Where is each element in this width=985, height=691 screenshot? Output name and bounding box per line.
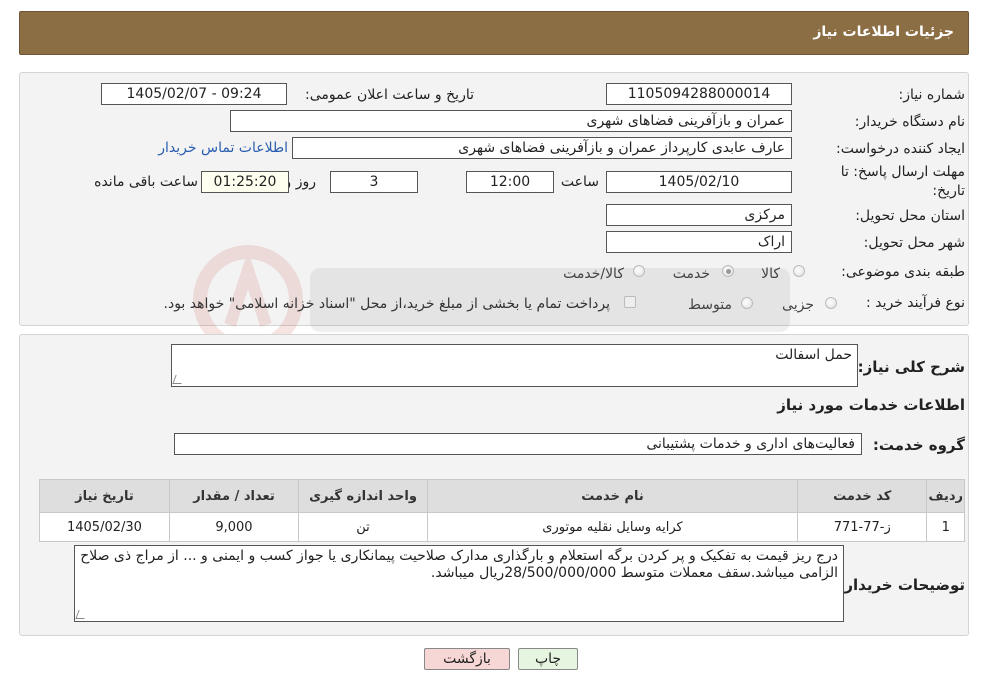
service-group-field: فعالیت‌های اداری و خدمات پشتیبانی [174, 433, 862, 455]
resize-grip-icon[interactable] [172, 375, 185, 384]
category-khedmat-label: خدمت [672, 266, 710, 282]
category-kala-label: کالا [761, 266, 780, 282]
resize-grip-icon[interactable] [75, 610, 88, 619]
need-number-label: شماره نیاز: [898, 87, 966, 103]
category-kala-khedmat-radio[interactable] [633, 265, 645, 277]
treasury-checkbox[interactable] [624, 296, 636, 308]
process-motavaset-label: متوسط [688, 297, 732, 313]
remaining-time-label: ساعت باقی مانده [94, 174, 198, 190]
deadline-time-field: 12:00 [466, 171, 554, 193]
table-header-row: ردیف کد خدمت نام خدمت واحد اندازه گیری ت… [39, 479, 965, 513]
city-label: شهر محل تحویل: [863, 235, 965, 251]
col-date-header: تاریخ نیاز [39, 479, 170, 513]
days-label: روز و [284, 174, 317, 190]
category-kala-radio[interactable] [793, 265, 805, 277]
page-header: جزئیات اطلاعات نیاز [19, 11, 969, 55]
creator-label: ایجاد کننده درخواست: [836, 141, 965, 157]
buyer-contact-link[interactable]: اطلاعات تماس خریدار [158, 140, 288, 156]
category-khedmat-radio[interactable] [722, 265, 734, 277]
page-title: جزئیات اطلاعات نیاز [813, 24, 954, 40]
cell-name: کرایه وسایل نقلیه موتوری [427, 512, 798, 542]
col-unit-header: واحد اندازه گیری [297, 479, 429, 513]
province-label: استان محل تحویل: [855, 208, 965, 224]
col-qty-header: تعداد / مقدار [168, 479, 299, 513]
cell-row: 1 [926, 512, 965, 542]
process-motavaset-radio[interactable] [741, 297, 753, 309]
deadline-label: مهلت ارسال پاسخ: تا [840, 164, 965, 180]
cell-date: 1405/02/30 [39, 512, 170, 542]
deadline-label-date: تاریخ: [932, 183, 965, 199]
creator-field: عارف عابدی کارپرداز عمران و بازآفرینی فض… [292, 137, 792, 159]
deadline-date-field: 1405/02/10 [606, 171, 792, 193]
services-table-wrap: ردیف کد خدمت نام خدمت واحد اندازه گیری ت… [39, 479, 965, 542]
category-label: طبقه بندی موضوعی: [841, 264, 965, 280]
buyer-notes-field[interactable]: درج ریز قیمت به تفکیک و پر کردن برگه است… [74, 545, 844, 622]
buyer-org-field: عمران و بازآفرینی فضاهای شهری [230, 110, 792, 132]
cell-qty: 9,000 [168, 512, 299, 542]
announce-date-field: 1405/02/07 - 09:24 [101, 83, 287, 105]
col-name-header: نام خدمت [427, 479, 798, 513]
remaining-time-field: 01:25:20 [201, 171, 289, 193]
city-field: اراک [606, 231, 792, 253]
cell-code: ز-77-771 [796, 512, 928, 542]
summary-label: شرح کلی نیاز: [857, 358, 965, 376]
deadline-time-label: ساعت [560, 174, 599, 190]
service-group-label: گروه خدمت: [872, 436, 965, 454]
summary-text: حمل اسفالت [775, 347, 852, 363]
cell-unit: تن [297, 512, 429, 542]
back-button[interactable]: بازگشت [424, 648, 510, 670]
print-button[interactable]: چاپ [518, 648, 578, 670]
table-row: 1 ز-77-771 کرایه وسایل نقلیه موتوری تن 9… [39, 512, 965, 542]
services-section-title: اطلاعات خدمات مورد نیاز [777, 396, 965, 414]
buyer-notes-text: درج ریز قیمت به تفکیک و پر کردن برگه است… [80, 548, 838, 581]
col-row-header: ردیف [926, 479, 965, 513]
category-kala-khedmat-label: کالا/خدمت [563, 266, 624, 282]
process-label: نوع فرآیند خرید : [866, 295, 965, 311]
services-table: ردیف کد خدمت نام خدمت واحد اندازه گیری ت… [39, 479, 965, 542]
buyer-notes-label: توضیحات خریدار: [838, 576, 965, 594]
process-jozi-radio[interactable] [825, 297, 837, 309]
announce-date-label: تاریخ و ساعت اعلان عمومی: [305, 87, 474, 103]
buyer-org-label: نام دستگاه خریدار: [854, 114, 965, 130]
province-field: مرکزی [606, 204, 792, 226]
process-jozi-label: جزیی [782, 297, 814, 313]
need-number-field: 1105094288000014 [606, 83, 792, 105]
process-note: پرداخت تمام یا بخشی از مبلغ خرید،از محل … [163, 296, 610, 312]
summary-field[interactable]: حمل اسفالت [171, 344, 858, 387]
days-field: 3 [330, 171, 418, 193]
col-code-header: کد خدمت [796, 479, 928, 513]
